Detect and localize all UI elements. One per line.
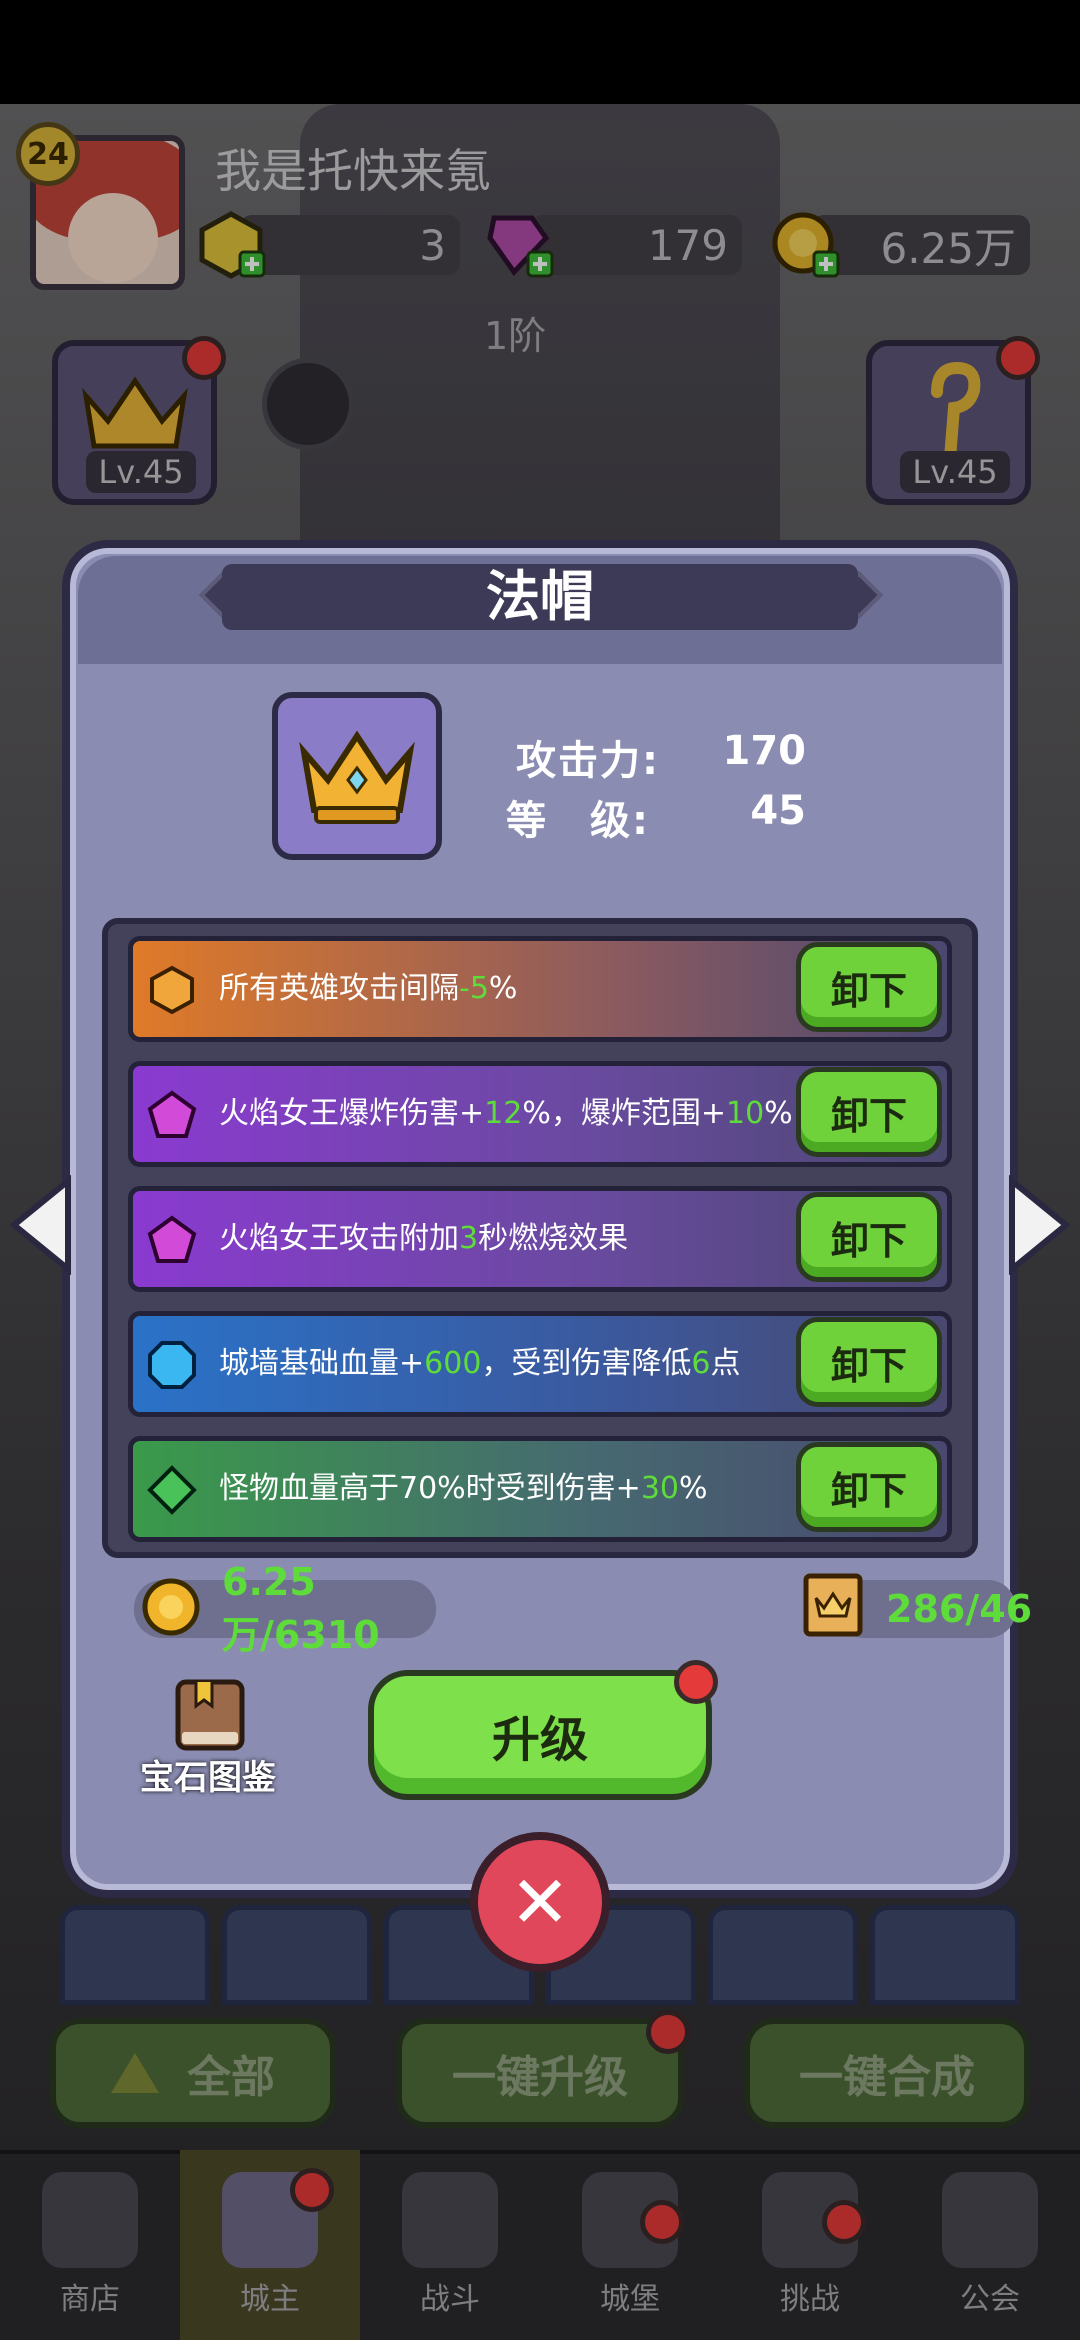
unequip-button[interactable]: 卸下 <box>796 1317 942 1407</box>
purple-pentagon-gem-icon <box>147 1215 197 1263</box>
crown-icon <box>299 730 415 824</box>
unequip-button[interactable]: 卸下 <box>796 942 942 1032</box>
gem-effect-part: % <box>488 971 518 1006</box>
gem-effect-value: 600 <box>424 1346 482 1381</box>
close-icon: ✕ <box>509 1860 571 1944</box>
next-item-arrow-icon[interactable] <box>1006 1175 1072 1275</box>
gem-effect-part: %，爆炸范围+ <box>522 1096 726 1131</box>
unequip-button[interactable]: 卸下 <box>796 1067 942 1157</box>
gem-effect-part: 所有英雄攻击间隔 <box>219 971 459 1006</box>
gem-effect-part: 火焰女王攻击附加 <box>219 1221 459 1256</box>
gem-book-icon[interactable] <box>170 1676 250 1754</box>
green-diamond-gem-icon <box>147 1465 197 1515</box>
gem-effect-value: -5 <box>459 971 489 1006</box>
gold-cost-value: 6.25万/6310 <box>222 1559 380 1657</box>
upgrade-button[interactable]: 升级 <box>368 1670 712 1800</box>
notification-dot <box>674 1660 718 1704</box>
scroll-cost-value: 286/46 <box>886 1587 1033 1631</box>
unequip-button[interactable]: 卸下 <box>796 1192 942 1282</box>
gem-effect-value: 12 <box>484 1096 523 1131</box>
gem-effect-part: % <box>764 1096 793 1131</box>
status-bar <box>0 0 1080 104</box>
gem-effect-part: 秒燃烧效果 <box>478 1221 629 1256</box>
equipment-icon-frame <box>272 692 442 860</box>
level-label: 等 级: <box>506 798 650 844</box>
gem-effect-part: 点 <box>710 1346 741 1381</box>
gem-effect-value: 30 <box>640 1471 680 1506</box>
close-dialog-button[interactable]: ✕ <box>470 1832 610 1972</box>
purple-pentagon-gem-icon <box>147 1090 197 1138</box>
unequip-button[interactable]: 卸下 <box>796 1442 942 1532</box>
upgrade-scroll-icon <box>803 1573 863 1637</box>
gem-effect-part: % <box>679 1471 708 1506</box>
gold-coin-icon <box>142 1578 200 1636</box>
gem-effect-text: 怪物血量高于70%时受到伤害+30% <box>219 1441 819 1537</box>
amber-hexagon-gem-icon <box>150 965 194 1015</box>
previous-item-arrow-icon[interactable] <box>8 1175 74 1275</box>
gem-effect-text: 火焰女王攻击附加3秒燃烧效果 <box>219 1191 819 1287</box>
gem-effect-value: 3 <box>459 1221 479 1256</box>
gem-effect-text: 所有英雄攻击间隔-5% <box>219 941 819 1037</box>
dialog-title: 法帽 <box>486 565 594 628</box>
gem-effect-part: 怪物血量高于70%时受到伤害+ <box>219 1471 641 1506</box>
attack-label: 攻击力: <box>516 738 660 784</box>
gem-book-label[interactable]: 宝石图鉴 <box>140 1750 276 1799</box>
gem-effect-text: 火焰女王爆炸伤害+12%，爆炸范围+10% <box>219 1066 819 1162</box>
blue-octagon-gem-icon <box>148 1341 196 1389</box>
gem-effect-text: 城墙基础血量+600，受到伤害降低6点 <box>219 1316 819 1412</box>
gem-effect-value: 6 <box>691 1346 711 1381</box>
gem-effect-part: 城墙基础血量+ <box>219 1346 425 1381</box>
game-screen: 24 我是托快来氪 3 179 6.25万 1阶 Lv.45 Lv.45 全部 … <box>0 0 1080 2340</box>
gem-effect-value: 10 <box>725 1096 765 1131</box>
gem-effect-part: ，受到伤害降低 <box>481 1346 692 1381</box>
gem-effect-part: 火焰女王爆炸伤害+ <box>219 1096 485 1131</box>
attack-value: 170 <box>722 728 807 774</box>
level-value: 45 <box>750 788 806 834</box>
